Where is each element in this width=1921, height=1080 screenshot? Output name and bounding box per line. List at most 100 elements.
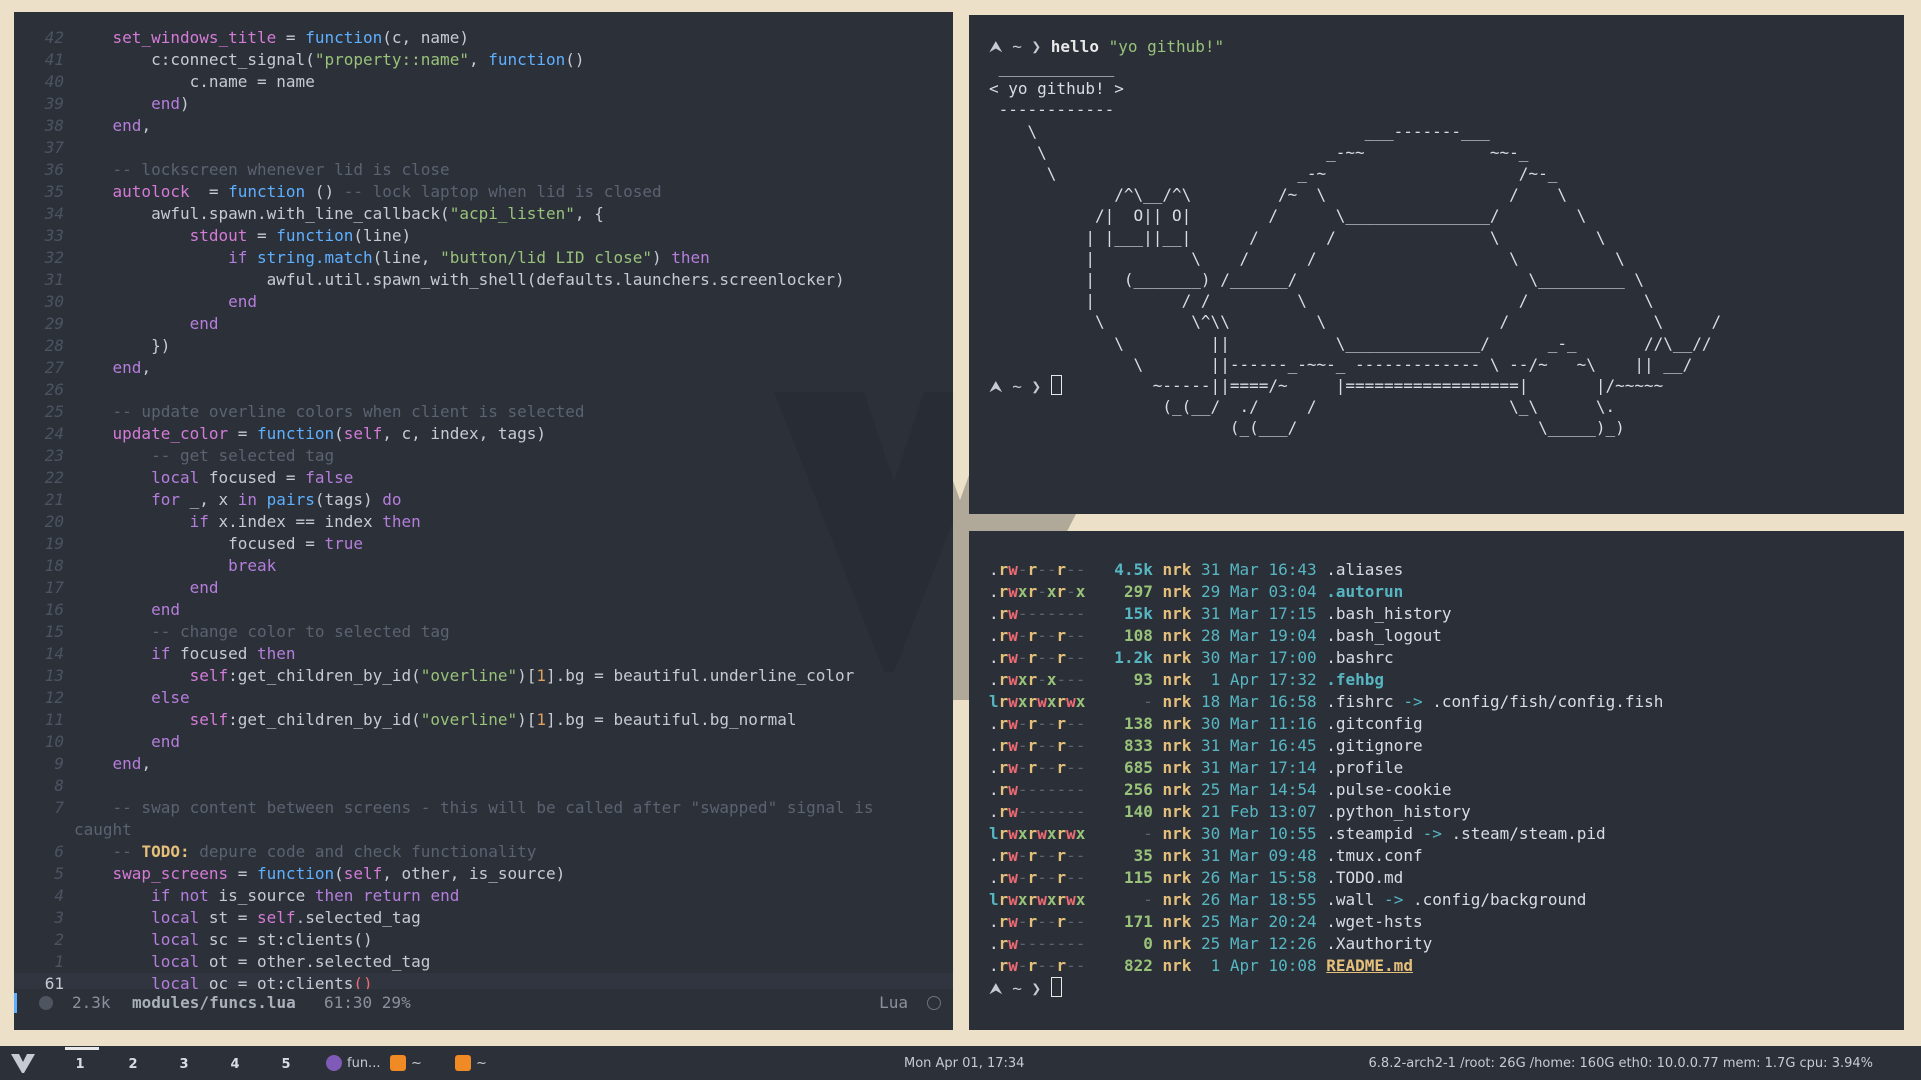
- line-number: 36: [44, 160, 64, 179]
- code-line[interactable]: 26: [14, 379, 953, 401]
- file-row: .rw-r--r-- 115 nrk 26 Mar 15:58 .TODO.md: [989, 867, 1663, 889]
- code-line[interactable]: 2 local sc = st:clients(): [14, 929, 953, 951]
- code-line[interactable]: 5 swap_screens = function(self, other, i…: [14, 863, 953, 885]
- tag-3[interactable]: 3: [172, 1057, 196, 1072]
- prompt-line-active[interactable]: ⮝ ~ ❯: [989, 375, 1062, 397]
- terminal-top-pane[interactable]: ⮝ ~ ❯ hello "yo github!" ____________ < …: [969, 15, 1904, 514]
- file-date: 25 Mar 12:26: [1191, 934, 1317, 953]
- file-row: .rw------- 0 nrk 25 Mar 12:26 .Xauthorit…: [989, 933, 1663, 955]
- line-number: 5: [54, 864, 64, 883]
- code-line[interactable]: 23 -- get selected tag: [14, 445, 953, 467]
- link-arrow: ->: [1393, 692, 1433, 711]
- code-line[interactable]: 15 -- change color to selected tag: [14, 621, 953, 643]
- line-number: 16: [44, 600, 64, 619]
- code-text: -- change color to selected tag: [151, 622, 450, 641]
- file-date: 31 Mar 17:15: [1191, 604, 1317, 623]
- line-number: 27: [44, 358, 64, 377]
- prompt-line: ⮝ ~ ❯ hello "yo github!": [989, 37, 1224, 57]
- file-owner: nrk: [1152, 934, 1192, 953]
- code-line[interactable]: 31 awful.util.spawn_with_shell(defaults.…: [14, 269, 953, 291]
- code-line[interactable]: 40 c.name = name: [14, 71, 953, 93]
- code-line[interactable]: 41 c:connect_signal("property::name", fu…: [14, 49, 953, 71]
- code-line[interactable]: 22 local focused = false: [14, 467, 953, 489]
- file-name: .python_history: [1326, 802, 1471, 821]
- file-name: .fishrc: [1326, 692, 1394, 711]
- line-number: 42: [44, 28, 64, 47]
- line-number: 18: [44, 556, 64, 575]
- code-line[interactable]: 25 -- update overline colors when client…: [14, 401, 953, 423]
- task-terminal-2[interactable]: ~: [455, 1055, 487, 1071]
- code-line[interactable]: 18 break: [14, 555, 953, 577]
- code-line[interactable]: 27 end,: [14, 357, 953, 379]
- file-name: .gitconfig: [1326, 714, 1423, 733]
- code-text: focused = true: [74, 534, 363, 553]
- code-line[interactable]: 13 self:get_children_by_id("overline")[1…: [14, 665, 953, 687]
- code-line[interactable]: 28 }): [14, 335, 953, 357]
- code-line[interactable]: 32 if string.match(line, "button/lid LID…: [14, 247, 953, 269]
- code-line[interactable]: 34 awful.spawn.with_line_callback("acpi_…: [14, 203, 953, 225]
- prompt-line-active[interactable]: ⮝ ~ ❯: [989, 977, 1663, 1000]
- tag-1[interactable]: 1: [65, 1047, 99, 1072]
- code-editor-pane[interactable]: 42 set_windows_title = function(c, name)…: [14, 12, 953, 1030]
- code-line[interactable]: 42 set_windows_title = function(c, name): [14, 27, 953, 49]
- code-line[interactable]: 9 end,: [14, 753, 953, 775]
- code-line[interactable]: 4 if not is_source then return end: [14, 885, 953, 907]
- code-line[interactable]: 36 -- lockscreen whenever lid is close: [14, 159, 953, 181]
- file-permissions: .rw-r--r--: [989, 626, 1086, 645]
- code-line[interactable]: 3 local st = self.selected_tag: [14, 907, 953, 929]
- code-line[interactable]: 37: [14, 137, 953, 159]
- file-name: .bash_logout: [1326, 626, 1442, 645]
- code-text: end: [151, 732, 180, 751]
- tag-4[interactable]: 4: [223, 1057, 247, 1072]
- line-number: 39: [44, 94, 64, 113]
- code-text: if not is_source then return end: [151, 886, 460, 905]
- file-permissions: .rw-------: [989, 604, 1086, 623]
- file-date: 30 Mar 11:16: [1191, 714, 1317, 733]
- file-size: 108: [1085, 626, 1153, 645]
- code-line[interactable]: 35 autolock = function () -- lock laptop…: [14, 181, 953, 203]
- code-line[interactable]: 17 end: [14, 577, 953, 599]
- code-line[interactable]: 30 end: [14, 291, 953, 313]
- cowsay-output: ____________ < yo github! > ------------…: [989, 58, 1722, 438]
- clock[interactable]: Mon Apr 01, 17:34: [904, 1056, 1024, 1071]
- tag-2[interactable]: 2: [121, 1057, 145, 1072]
- code-line[interactable]: 29 end: [14, 313, 953, 335]
- file-row: .rw------- 256 nrk 25 Mar 14:54 .pulse-c…: [989, 779, 1663, 801]
- file-size: 4.5k: [1085, 560, 1153, 579]
- file-name: .gitignore: [1326, 736, 1423, 755]
- code-line[interactable]: 1 local ot = other.selected_tag: [14, 951, 953, 973]
- code-line[interactable]: 33 stdout = function(line): [14, 225, 953, 247]
- code-line[interactable]: caught: [14, 819, 953, 841]
- code-text: update_color = function(self, c, index, …: [112, 424, 547, 443]
- code-line[interactable]: 39 end): [14, 93, 953, 115]
- code-line[interactable]: 21 for _, x in pairs(tags) do: [14, 489, 953, 511]
- tag-5[interactable]: 5: [274, 1057, 298, 1072]
- code-view[interactable]: 42 set_windows_title = function(c, name)…: [14, 27, 953, 995]
- file-size: 15k: [1085, 604, 1153, 623]
- file-date: 31 Mar 16:43: [1191, 560, 1317, 579]
- file-row: .rw-r--r-- 35 nrk 31 Mar 09:48 .tmux.con…: [989, 845, 1663, 867]
- code-line[interactable]: 38 end,: [14, 115, 953, 137]
- task-emacs[interactable]: fun...: [326, 1055, 380, 1071]
- file-size: 171: [1085, 912, 1153, 931]
- code-line[interactable]: 20 if x.index == index then: [14, 511, 953, 533]
- terminal-bottom-pane[interactable]: .rw-r--r-- 4.5k nrk 31 Mar 16:43 .aliase…: [969, 531, 1904, 1030]
- code-line[interactable]: 8: [14, 775, 953, 797]
- code-line[interactable]: 12 else: [14, 687, 953, 709]
- code-text: end,: [112, 754, 152, 773]
- link-arrow: ->: [1412, 824, 1452, 843]
- task-terminal-1[interactable]: ~: [390, 1055, 422, 1071]
- file-size: 297: [1085, 582, 1153, 601]
- code-line[interactable]: 14 if focused then: [14, 643, 953, 665]
- code-line[interactable]: 16 end: [14, 599, 953, 621]
- launcher-logo-icon[interactable]: [10, 1052, 36, 1074]
- line-number: 28: [44, 336, 64, 355]
- link-target: .config/fish/config.fish: [1432, 692, 1664, 711]
- code-line[interactable]: 11 self:get_children_by_id("overline")[1…: [14, 709, 953, 731]
- code-line[interactable]: 24 update_color = function(self, c, inde…: [14, 423, 953, 445]
- code-line[interactable]: 7 -- swap content between screens - this…: [14, 797, 953, 819]
- code-line[interactable]: 19 focused = true: [14, 533, 953, 555]
- code-line[interactable]: 10 end: [14, 731, 953, 753]
- code-text: -- TODO: depure code and check functiona…: [112, 842, 537, 861]
- code-line[interactable]: 6 -- TODO: depure code and check functio…: [14, 841, 953, 863]
